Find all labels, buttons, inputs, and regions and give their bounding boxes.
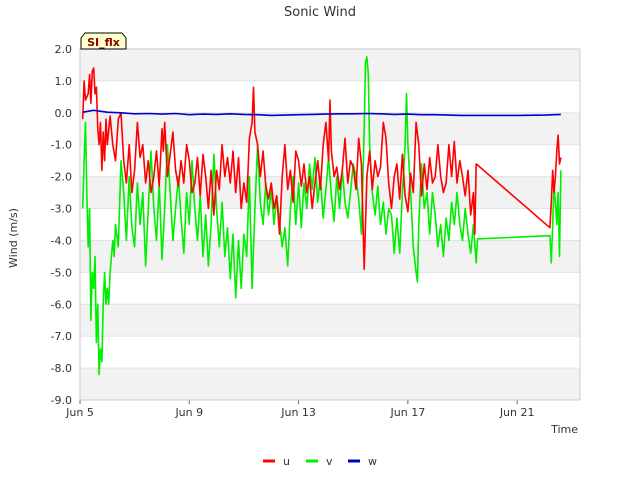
legend-label-w: w: [368, 455, 377, 468]
x-tick-label: Jun 5: [65, 406, 94, 419]
x-tick-label: Jun 21: [499, 406, 535, 419]
x-tick-label: Jun 17: [390, 406, 426, 419]
y-tick-label: -3.0: [51, 203, 72, 216]
grid-band: [80, 368, 580, 400]
y-tick-label: -1.0: [51, 139, 72, 152]
y-axis-label: Wind (m/s): [7, 208, 20, 268]
grid-band: [80, 304, 580, 337]
y-tick-label: 2.0: [55, 43, 73, 56]
y-tick-label: 1.0: [55, 75, 73, 88]
tag-box: SI_flx: [80, 32, 127, 50]
legend-label-v: v: [326, 455, 333, 468]
y-tick-label: -4.0: [51, 234, 72, 247]
y-tick-label: -6.0: [51, 298, 72, 311]
x-tick-label: Jun 9: [174, 406, 203, 419]
grid-band: [80, 240, 580, 273]
chart-title: Sonic Wind: [284, 5, 356, 20]
grid-band: [80, 49, 580, 81]
y-tick-label: 0.0: [55, 107, 73, 120]
x-axis-label: Time: [550, 423, 578, 436]
x-axis-ticks: Jun 5 Jun 9 Jun 13 Jun 17 Jun 21: [65, 400, 535, 419]
y-axis-ticks: 2.0 1.0 0.0 -1.0 -2.0 -3.0 -4.0 -5.0 -6.0 -7.0 -8.…: [51, 43, 72, 407]
y-tick-label: -2.0: [51, 171, 72, 184]
legend-label-u: u: [283, 455, 290, 468]
legend: u v w: [263, 455, 377, 468]
y-tick-label: -5.0: [51, 266, 72, 279]
y-tick-label: -7.0: [51, 330, 72, 343]
tag-label: SI_flx: [87, 36, 120, 49]
x-tick-label: Jun 13: [280, 406, 316, 419]
y-tick-label: -8.0: [51, 362, 72, 375]
chart: 2.0 1.0 0.0 -1.0 -2.0 -3.0 -4.0 -5.0 -6.0 -7.0 -8.…: [7, 5, 581, 468]
